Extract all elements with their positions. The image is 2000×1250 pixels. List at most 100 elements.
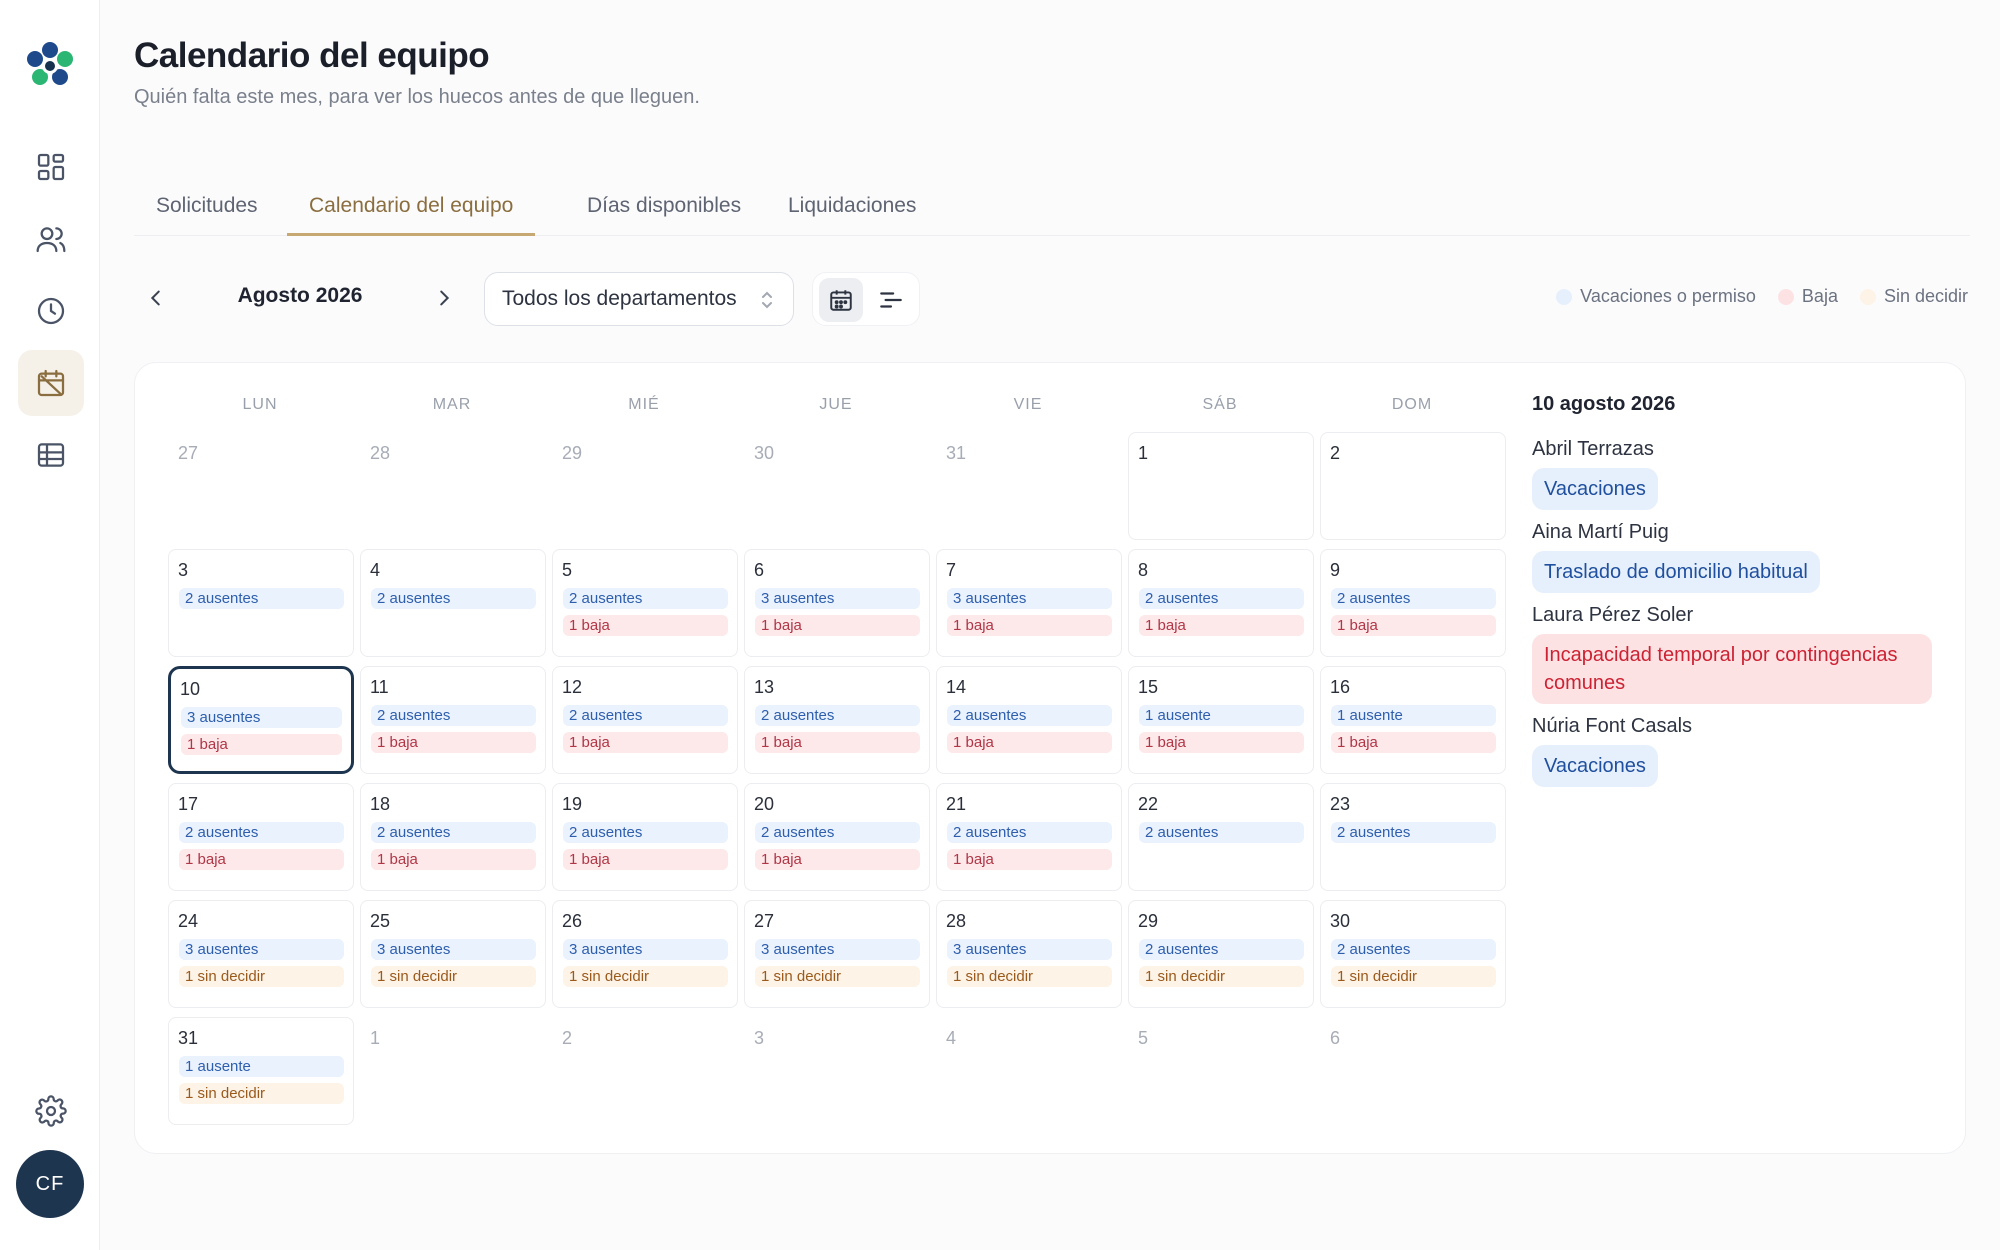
sick-count-pill: 1 baja bbox=[1139, 615, 1304, 636]
day-number: 3 bbox=[754, 1028, 765, 1048]
sidebar: CF bbox=[0, 0, 100, 1250]
absent-count-pill: 2 ausentes bbox=[179, 822, 344, 843]
calendar-day[interactable]: 13 2 ausentes 1 baja bbox=[744, 666, 930, 774]
calendar-day[interactable]: 15 1 ausente 1 baja bbox=[1128, 666, 1314, 774]
calendar-day[interactable]: 21 2 ausentes 1 baja bbox=[936, 783, 1122, 891]
timeline-view-button[interactable] bbox=[869, 278, 913, 322]
day-number: 8 bbox=[1138, 560, 1149, 580]
calendar-day[interactable]: 16 1 ausente 1 baja bbox=[1320, 666, 1506, 774]
legend-leave-label: Vacaciones o permiso bbox=[1580, 286, 1756, 306]
sick-count-pill: 1 baja bbox=[755, 732, 920, 753]
sick-count-pill: 1 baja bbox=[1331, 615, 1496, 636]
calendar-day[interactable]: 31 1 ausente 1 sin decidir bbox=[168, 1017, 354, 1125]
undecided-count-pill: 1 sin decidir bbox=[179, 966, 344, 987]
day-number: 15 bbox=[1138, 677, 1159, 697]
detail-person-name: Aina Martí Puig bbox=[1532, 521, 1669, 543]
calendar-day-selected[interactable]: 10 3 ausentes 1 baja bbox=[168, 666, 354, 774]
calendar-day[interactable]: 6 3 ausentes 1 baja bbox=[744, 549, 930, 657]
sick-count-pill: 1 baja bbox=[563, 849, 728, 870]
undecided-count-pill: 1 sin decidir bbox=[1139, 966, 1304, 987]
chevron-updown-icon bbox=[762, 291, 772, 309]
absent-count-pill: 3 ausentes bbox=[181, 707, 342, 728]
weekday-sun: DOM bbox=[1391, 396, 1433, 413]
user-avatar[interactable]: CF bbox=[16, 1150, 84, 1218]
calendar-day[interactable]: 26 3 ausentes 1 sin decidir bbox=[552, 900, 738, 1008]
nav-dashboard[interactable] bbox=[18, 134, 84, 200]
calendar-day[interactable]: 9 2 ausentes 1 baja bbox=[1320, 549, 1506, 657]
day-number: 5 bbox=[1138, 1028, 1149, 1048]
sick-count-pill: 1 baja bbox=[371, 732, 536, 753]
weekday-tue: MAR bbox=[432, 396, 472, 413]
day-number: 22 bbox=[1138, 794, 1159, 814]
absent-count-pill: 3 ausentes bbox=[371, 939, 536, 960]
calendar-day[interactable]: 25 3 ausentes 1 sin decidir bbox=[360, 900, 546, 1008]
calendar-day[interactable]: 27 3 ausentes 1 sin decidir bbox=[744, 900, 930, 1008]
weekday-fri: VIE bbox=[1013, 396, 1043, 413]
nav-team[interactable] bbox=[18, 206, 84, 272]
calendar-day[interactable]: 3 2 ausentes bbox=[168, 549, 354, 657]
day-number: 5 bbox=[562, 560, 573, 580]
absent-count-pill: 2 ausentes bbox=[1139, 588, 1304, 609]
legend-leave: Vacaciones o permiso bbox=[1556, 286, 1756, 307]
calendar-day[interactable]: 11 2 ausentes 1 baja bbox=[360, 666, 546, 774]
sick-count-pill: 1 baja bbox=[947, 615, 1112, 636]
next-month-button[interactable] bbox=[428, 282, 460, 314]
calendar-day[interactable]: 29 2 ausentes 1 sin decidir bbox=[1128, 900, 1314, 1008]
detail-absence-badge: Incapacidad temporal por contingencias c… bbox=[1532, 634, 1932, 704]
day-number: 30 bbox=[1330, 911, 1351, 931]
tab-dias-disponibles[interactable]: Días disponibles bbox=[565, 186, 763, 236]
calendar-day[interactable]: 30 2 ausentes 1 sin decidir bbox=[1320, 900, 1506, 1008]
absent-count-pill: 2 ausentes bbox=[755, 822, 920, 843]
calendar-day[interactable]: 17 2 ausentes 1 baja bbox=[168, 783, 354, 891]
calendar-day[interactable]: 5 2 ausentes 1 baja bbox=[552, 549, 738, 657]
day-number: 26 bbox=[562, 911, 583, 931]
gear-icon bbox=[35, 1095, 67, 1127]
sick-count-pill: 1 baja bbox=[371, 849, 536, 870]
legend-leave-dot bbox=[1556, 288, 1573, 305]
calendar-day[interactable]: 7 3 ausentes 1 baja bbox=[936, 549, 1122, 657]
calendar-day[interactable]: 20 2 ausentes 1 baja bbox=[744, 783, 930, 891]
absent-count-pill: 2 ausentes bbox=[1331, 588, 1496, 609]
tab-calendario-equipo[interactable]: Calendario del equipo bbox=[287, 186, 536, 236]
sick-count-pill: 1 baja bbox=[563, 732, 728, 753]
detail-absence-badge: Vacaciones bbox=[1532, 745, 1658, 787]
calendar-day[interactable]: 22 2 ausentes bbox=[1128, 783, 1314, 891]
calendar-day[interactable]: 19 2 ausentes 1 baja bbox=[552, 783, 738, 891]
absent-count-pill: 1 ausente bbox=[1139, 705, 1304, 726]
nav-absences[interactable] bbox=[18, 350, 84, 416]
nav-time[interactable] bbox=[18, 278, 84, 344]
calendar-day[interactable]: 1 bbox=[1128, 432, 1314, 540]
calendar-day[interactable]: 28 3 ausentes 1 sin decidir bbox=[936, 900, 1122, 1008]
month-view-button[interactable] bbox=[819, 278, 863, 322]
legend-undecided: Sin decidir bbox=[1859, 286, 1968, 307]
nav-settings[interactable] bbox=[18, 1078, 84, 1144]
legend-sick-label: Baja bbox=[1801, 286, 1838, 306]
tab-solicitudes[interactable]: Solicitudes bbox=[134, 186, 280, 236]
day-number: 6 bbox=[1330, 1028, 1341, 1048]
calendar-day[interactable]: 18 2 ausentes 1 baja bbox=[360, 783, 546, 891]
nav-reports[interactable] bbox=[18, 422, 84, 488]
department-select[interactable]: Todos los departamentos bbox=[484, 272, 794, 326]
tab-bar: Solicitudes Calendario del equipo Días d… bbox=[134, 186, 1970, 236]
calendar-day[interactable]: 24 3 ausentes 1 sin decidir bbox=[168, 900, 354, 1008]
clock-icon bbox=[37, 297, 65, 325]
weekday-thu: JUE bbox=[819, 396, 853, 413]
tab-liquidaciones[interactable]: Liquidaciones bbox=[766, 186, 938, 236]
calendar-day[interactable]: 14 2 ausentes 1 baja bbox=[936, 666, 1122, 774]
absent-count-pill: 2 ausentes bbox=[371, 822, 536, 843]
calendar-day-outside: 4 bbox=[936, 1017, 1122, 1125]
calendar-day[interactable]: 2 bbox=[1320, 432, 1506, 540]
detail-person-name: Abril Terrazas bbox=[1532, 438, 1654, 460]
prev-month-button[interactable] bbox=[140, 282, 172, 314]
flower-logo-icon[interactable] bbox=[24, 40, 76, 92]
calendar-day-outside: 27 bbox=[168, 432, 354, 540]
calendar-day-outside: 6 bbox=[1320, 1017, 1506, 1125]
day-number: 21 bbox=[946, 794, 967, 814]
calendar-day[interactable]: 23 2 ausentes bbox=[1320, 783, 1506, 891]
calendar-day-outside: 1 bbox=[360, 1017, 546, 1125]
calendar-day[interactable]: 4 2 ausentes bbox=[360, 549, 546, 657]
legend-undecided-label: Sin decidir bbox=[1883, 286, 1968, 306]
calendar-day[interactable]: 12 2 ausentes 1 baja bbox=[552, 666, 738, 774]
day-number: 17 bbox=[178, 794, 199, 814]
calendar-day[interactable]: 8 2 ausentes 1 baja bbox=[1128, 549, 1314, 657]
